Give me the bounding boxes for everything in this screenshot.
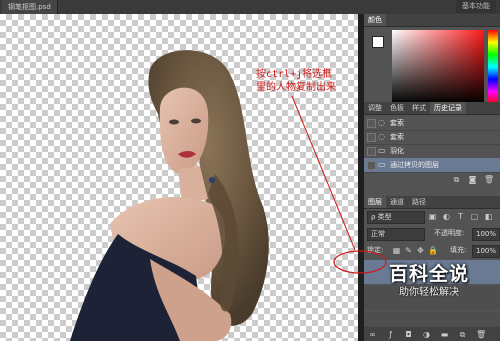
annotation-line-1: 按ctrl+j将选框 bbox=[256, 69, 333, 80]
color-panel-header: 颜色 bbox=[364, 14, 500, 27]
history-checkbox[interactable] bbox=[367, 147, 376, 156]
lasso-icon: ◌ bbox=[378, 118, 385, 127]
top-strip: 钢笔抠图.psd 基本功能 bbox=[0, 0, 500, 14]
annotation-line-2: 里的人物复制出来 bbox=[256, 82, 336, 93]
tab-adjust[interactable]: 调整 bbox=[364, 102, 386, 114]
document-tab[interactable]: 钢笔抠图.psd bbox=[2, 0, 58, 14]
annotation-text: 按ctrl+j将选框 里的人物复制出来 bbox=[256, 68, 336, 94]
watermark-title: 百科全说 bbox=[388, 263, 469, 285]
lock-move-icon[interactable]: ✥ bbox=[416, 246, 425, 255]
fill-label: 填充: bbox=[450, 246, 467, 254]
tab-swatches[interactable]: 色板 bbox=[386, 102, 408, 114]
document-canvas[interactable]: 按ctrl+j将选框 里的人物复制出来 bbox=[0, 14, 358, 341]
history-checkbox[interactable] bbox=[367, 119, 376, 128]
layers-toolbar: ∞ ƒ ◘ ◑ ▬ ⧉ 🗑 bbox=[364, 327, 500, 341]
document-icon: ▭ bbox=[378, 160, 386, 169]
history-item-label: 套索 bbox=[390, 133, 404, 141]
trash-icon[interactable]: 🗑 bbox=[484, 175, 494, 184]
foreground-swatch[interactable] bbox=[372, 36, 384, 48]
color-field[interactable] bbox=[392, 30, 484, 104]
annotation-arrow bbox=[291, 95, 356, 251]
history-item-label: 通过拷贝的图层 bbox=[390, 161, 439, 169]
lock-paint-icon[interactable]: ✎ bbox=[404, 246, 413, 255]
delete-layer-icon[interactable]: 🗑 bbox=[476, 330, 486, 339]
fx-icon[interactable]: ƒ bbox=[386, 330, 395, 339]
history-toolbar: ⧉ ◙ 🗑 bbox=[364, 174, 500, 186]
new-document-from-state-icon[interactable]: ⧉ bbox=[452, 175, 461, 184]
new-group-icon[interactable]: ▬ bbox=[440, 330, 449, 339]
watermark-subtitle: 助你轻松解决 bbox=[399, 287, 459, 298]
lock-all-icon[interactable]: 🔒 bbox=[428, 246, 438, 255]
filter-adjust-icon[interactable]: ◐ bbox=[442, 212, 451, 221]
layer-filter-dropdown[interactable]: ρ 类型 bbox=[367, 211, 425, 224]
lock-pixels-icon[interactable]: ▦ bbox=[392, 246, 401, 255]
camera-icon[interactable]: ◙ bbox=[468, 175, 477, 184]
history-item-label: 套索 bbox=[390, 119, 404, 127]
adjustment-layer-icon[interactable]: ◑ bbox=[422, 330, 431, 339]
document-icon: ▭ bbox=[378, 146, 386, 155]
history-checkbox[interactable] bbox=[367, 161, 376, 170]
tab-paths[interactable]: 路径 bbox=[408, 196, 430, 208]
filter-smart-icon[interactable]: ◧ bbox=[484, 212, 493, 221]
lasso-icon: ◌ bbox=[378, 132, 385, 141]
hue-slider[interactable] bbox=[488, 30, 498, 104]
history-checkbox[interactable] bbox=[367, 133, 376, 142]
tab-history[interactable]: 历史记录 bbox=[430, 102, 466, 114]
history-item[interactable]: ◌ 套索 bbox=[364, 116, 500, 131]
fill-input[interactable]: 100% bbox=[472, 245, 500, 258]
history-item[interactable]: ◌ 套索 bbox=[364, 130, 500, 145]
watermark: 百科全说 助你轻松解决 bbox=[362, 262, 496, 317]
filter-type-icon[interactable]: T bbox=[456, 212, 465, 221]
history-item[interactable]: ▭ 羽化 bbox=[364, 144, 500, 159]
lock-label: 锁定: bbox=[367, 246, 384, 254]
tab-styles[interactable]: 样式 bbox=[408, 102, 430, 114]
opacity-input[interactable]: 100% bbox=[472, 228, 500, 241]
filter-pixel-icon[interactable]: ▣ bbox=[428, 212, 437, 221]
history-item-label: 羽化 bbox=[390, 147, 404, 155]
tab-color[interactable]: 颜色 bbox=[364, 14, 386, 26]
layers-panel-header: 图层 通道 路径 bbox=[364, 196, 500, 209]
blend-mode-dropdown[interactable]: 正常 bbox=[367, 228, 425, 241]
add-mask-icon[interactable]: ◘ bbox=[404, 330, 413, 339]
new-layer-icon[interactable]: ⧉ bbox=[458, 330, 467, 339]
opacity-label: 不透明度: bbox=[434, 229, 465, 237]
link-layers-icon[interactable]: ∞ bbox=[368, 330, 377, 339]
tab-channels[interactable]: 通道 bbox=[386, 196, 408, 208]
adjust-panel-header: 调整 色板 样式 历史记录 bbox=[364, 102, 500, 115]
workspace-switcher[interactable]: 基本功能 bbox=[456, 0, 496, 13]
tab-layers[interactable]: 图层 bbox=[364, 196, 386, 208]
history-item-selected[interactable]: ▭ 通过拷贝的图层 bbox=[364, 158, 500, 173]
filter-shape-icon[interactable]: ▢ bbox=[470, 212, 479, 221]
